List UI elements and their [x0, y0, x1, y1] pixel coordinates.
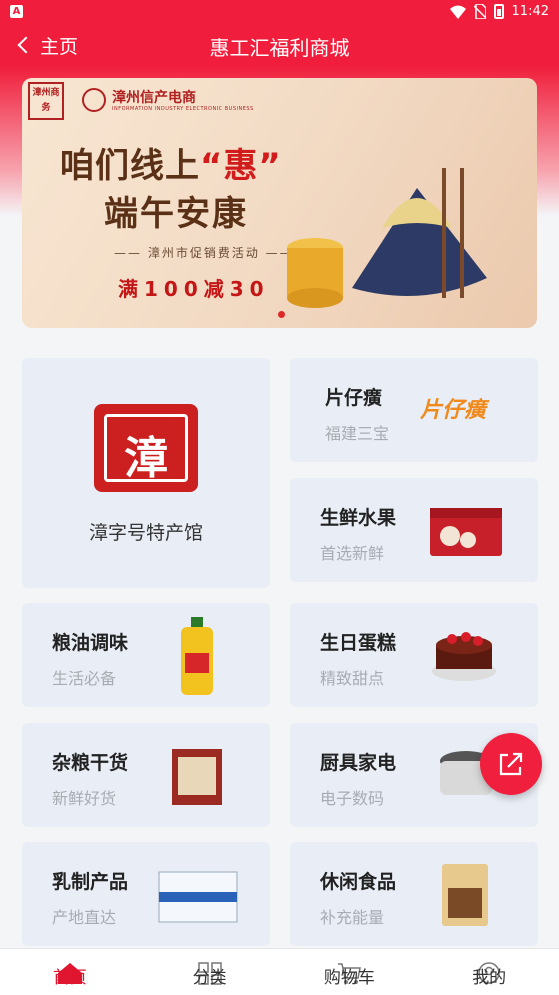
- tab-label: 分类: [192, 968, 227, 988]
- seal-char: 漳: [124, 433, 168, 484]
- dried-goods-package-image: [172, 749, 222, 805]
- category-name: 休闲食品: [320, 871, 397, 893]
- tab-cart[interactable]: 购物车: [280, 949, 420, 995]
- category-tile-birthday-cake[interactable]: 生日蛋糕 精致甜点: [290, 603, 538, 707]
- category-name: 生日蛋糕: [320, 632, 397, 654]
- banner-subtitle: —— 漳州市促销费活动 ——: [114, 246, 294, 260]
- banner-promo: 满100减30: [118, 277, 270, 301]
- promo-banner[interactable]: 漳州商务 漳州信产电商 INFORMATION INDUSTRY ELECTRO…: [22, 78, 537, 328]
- category-sub: 产地直达: [52, 908, 117, 927]
- category-tile-snacks[interactable]: 休闲食品 补充能量: [290, 842, 538, 946]
- headline-highlight: “惠”: [200, 146, 282, 186]
- category-tile-dried-goods[interactable]: 杂粮干货 新鲜好货: [22, 723, 270, 827]
- tab-profile[interactable]: 我的: [419, 949, 559, 995]
- status-icons: 11:42: [449, 4, 549, 19]
- category-sub: 精致甜点: [320, 669, 385, 688]
- status-bar: A 11:42: [0, 0, 559, 24]
- category-tile-dairy[interactable]: 乳制产品 产地直达: [22, 842, 270, 946]
- share-icon: [499, 752, 523, 776]
- pianzaihuang-logo: 片仔癀: [420, 398, 487, 423]
- cake-image: [432, 632, 496, 681]
- no-sim-icon: [473, 4, 486, 19]
- category-tile-fresh-fruit[interactable]: 生鲜水果 首选新鲜: [290, 478, 538, 582]
- category-sub: 电子数码: [320, 789, 385, 808]
- category-name: 片仔癀: [325, 387, 383, 409]
- category-tile-grain-oil[interactable]: 粮油调味 生活必备: [22, 603, 270, 707]
- banner-brand: 漳州信产电商: [112, 90, 196, 106]
- banner-headline-2: 端午安康: [104, 194, 248, 234]
- tab-home[interactable]: 首页: [0, 949, 140, 995]
- category-name: 粮油调味: [52, 632, 129, 654]
- category-name: 厨具家电: [320, 752, 397, 774]
- snack-bag-image: [442, 864, 488, 926]
- milk-box-image: [158, 871, 238, 923]
- coins-illustration: [287, 238, 343, 308]
- page-title: 惠工汇福利商城: [209, 36, 350, 60]
- headline-pre: 咱们线上: [60, 146, 200, 186]
- tab-category[interactable]: 分类: [140, 949, 280, 995]
- category-tile-pianzaihuang[interactable]: 片仔癀 福建三宝 片仔癀: [290, 358, 538, 462]
- share-button[interactable]: [480, 733, 542, 795]
- category-name: 杂粮干货: [52, 752, 129, 774]
- banner-headline: 咱们线上“惠”: [60, 138, 282, 187]
- zhang-seal-icon: 漳: [94, 404, 198, 492]
- nav-bar: 主页 惠工汇福利商城: [0, 24, 559, 66]
- clock: 11:42: [511, 4, 549, 19]
- notification-icon: A: [10, 5, 23, 18]
- wifi-icon: [449, 5, 466, 19]
- zongzi-illustration: [352, 168, 487, 298]
- brand-logo-icon: [82, 88, 106, 112]
- featured-tile-zhangzihao[interactable]: 漳 漳字号特产馆: [22, 358, 270, 588]
- banner-brand-sub: INFORMATION INDUSTRY ELECTRONIC BUSINESS: [112, 106, 254, 112]
- category-sub: 新鲜好货: [52, 789, 117, 808]
- commerce-stamp-logo: 漳州商务: [28, 82, 64, 120]
- category-sub: 生活必备: [52, 669, 117, 688]
- bottom-tab-bar: 首页 分类 购物车 我的: [0, 948, 559, 995]
- fruit-box-image: [430, 508, 502, 556]
- category-name: 乳制产品: [52, 871, 129, 893]
- featured-label: 漳字号特产馆: [88, 522, 203, 544]
- tab-label: 购物车: [323, 968, 375, 988]
- category-sub: 补充能量: [320, 908, 385, 927]
- tab-label: 首页: [52, 968, 87, 988]
- tab-label: 我的: [472, 968, 507, 988]
- oil-bottle-image: [181, 617, 213, 695]
- carousel-indicator[interactable]: [278, 311, 285, 318]
- battery-icon: [493, 4, 504, 19]
- category-sub: 首选新鲜: [320, 544, 385, 563]
- category-name: 生鲜水果: [320, 507, 397, 529]
- category-sub: 福建三宝: [325, 424, 390, 443]
